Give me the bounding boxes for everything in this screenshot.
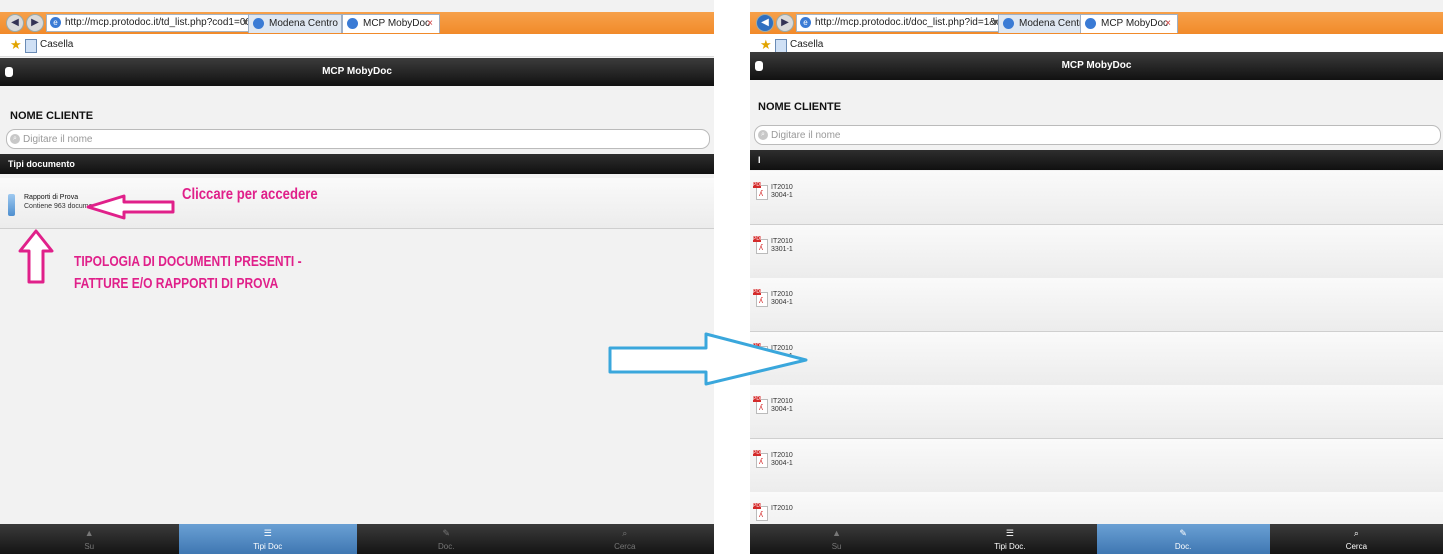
doc-types-annotation-line2: FATTURE E/O RAPPORTI DI PROVA — [74, 275, 279, 292]
doc-types-annotation-line1: TIPOLOGIA DI DOCUMENTI PRESENTI - — [74, 253, 302, 270]
click-hint-annotation: Cliccare per accedere — [182, 186, 318, 203]
